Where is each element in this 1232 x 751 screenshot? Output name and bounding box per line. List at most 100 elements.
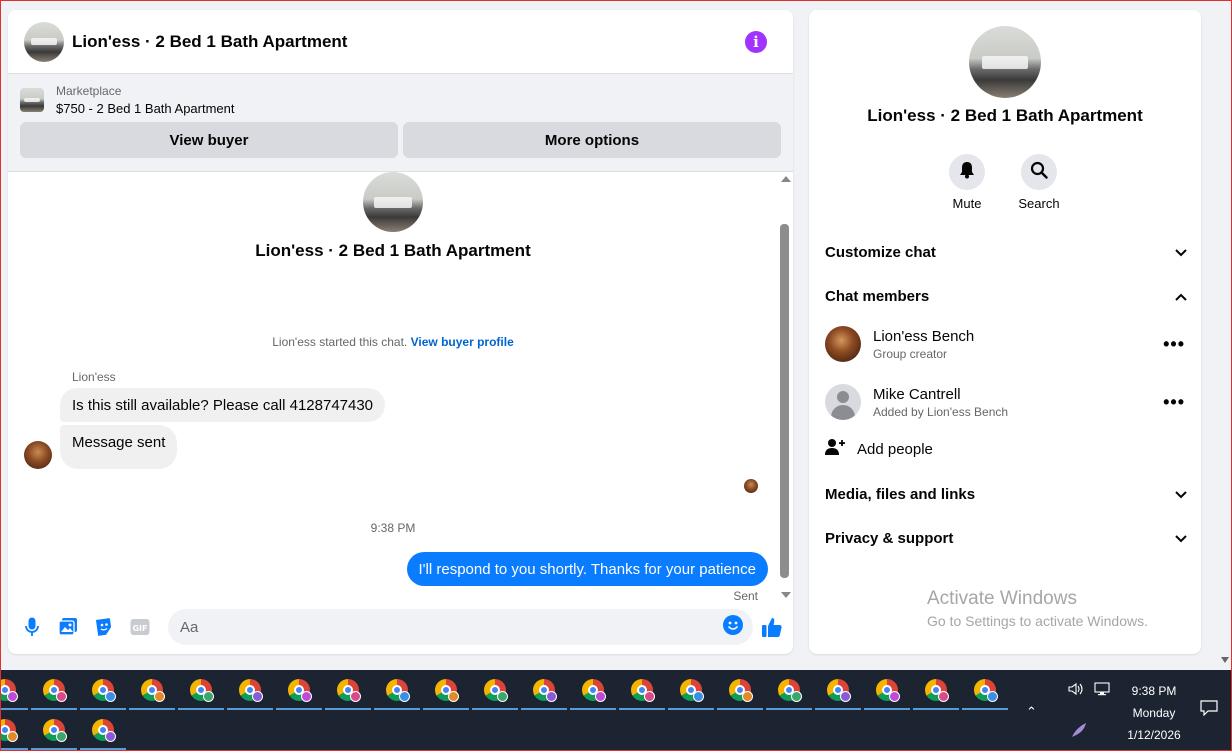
member-name: Lion'ess Bench xyxy=(873,327,975,345)
chevron-down-icon xyxy=(1175,486,1187,503)
media-files-label: Media, files and links xyxy=(825,485,976,503)
chevron-up-icon[interactable]: ⌃ xyxy=(1026,704,1037,720)
sticker-icon[interactable] xyxy=(94,617,114,637)
taskbar-app-button[interactable] xyxy=(962,672,1008,710)
member-row[interactable]: Mike Cantrell Added by Lion'ess Bench ••… xyxy=(825,382,1187,422)
customize-chat-section[interactable]: Customize chat xyxy=(825,240,1187,264)
profile-badge-icon xyxy=(938,691,949,702)
microphone-icon[interactable] xyxy=(22,617,42,637)
view-buyer-profile-link[interactable]: View buyer profile xyxy=(411,335,514,349)
more-options-button[interactable]: More options xyxy=(403,122,781,158)
marketplace-label: Marketplace xyxy=(56,84,122,98)
chat-intro: Lion'ess · 2 Bed 1 Bath Apartment xyxy=(8,172,778,261)
taskbar-app-button[interactable] xyxy=(717,672,763,710)
message-scrollbar[interactable] xyxy=(778,172,793,600)
chevron-up-icon xyxy=(1175,288,1187,305)
profile-badge-icon xyxy=(105,691,116,702)
message-list[interactable]: Lion'ess · 2 Bed 1 Bath Apartment Lion'e… xyxy=(8,172,778,600)
emoji-icon[interactable] xyxy=(723,614,743,640)
profile-badge-icon xyxy=(56,731,67,742)
chat-title[interactable]: Lion'ess · 2 Bed 1 Bath Apartment xyxy=(72,32,745,52)
profile-badge-icon xyxy=(791,691,802,702)
more-icon[interactable]: ••• xyxy=(1163,334,1185,355)
profile-badge-icon xyxy=(105,731,116,742)
more-icon[interactable]: ••• xyxy=(1163,392,1185,413)
profile-badge-icon xyxy=(644,691,655,702)
message-input[interactable] xyxy=(180,618,723,636)
taskbar-app-button[interactable] xyxy=(766,672,812,710)
notification-icon[interactable] xyxy=(1200,700,1218,721)
profile-badge-icon xyxy=(399,691,410,702)
view-buyer-button[interactable]: View buyer xyxy=(20,122,398,158)
taskbar-app-button[interactable] xyxy=(129,672,175,710)
taskbar-app-button[interactable] xyxy=(227,672,273,710)
taskbar-app-button[interactable] xyxy=(80,672,126,710)
marketplace-bar: Marketplace $750 - 2 Bed 1 Bath Apartmen… xyxy=(8,74,793,172)
gif-icon[interactable]: GIF xyxy=(130,617,150,637)
taskbar: ⌃ 9:38 PM Monday 1/12/2026 xyxy=(0,670,1232,751)
media-files-section[interactable]: Media, files and links xyxy=(825,482,1187,506)
taskbar-app-button[interactable] xyxy=(668,672,714,710)
network-icon[interactable] xyxy=(1094,682,1110,701)
chat-avatar[interactable] xyxy=(24,21,64,62)
incoming-message[interactable]: Message sent xyxy=(60,425,178,469)
taskbar-app-button[interactable] xyxy=(521,672,567,710)
profile-badge-icon xyxy=(889,691,900,702)
taskbar-app-button[interactable] xyxy=(864,672,910,710)
taskbar-app-button[interactable] xyxy=(913,672,959,710)
taskbar-app-button[interactable] xyxy=(815,672,861,710)
info-icon[interactable]: i xyxy=(745,30,767,53)
taskbar-app-button[interactable] xyxy=(31,712,77,750)
taskbar-app-button[interactable] xyxy=(178,672,224,710)
member-row[interactable]: Lion'ess Bench Group creator ••• xyxy=(825,324,1187,364)
profile-badge-icon xyxy=(350,691,361,702)
scroll-up-arrow[interactable] xyxy=(781,176,791,182)
taskbar-app-button[interactable] xyxy=(423,672,469,710)
chat-started-notice: Lion'ess started this chat. View buyer p… xyxy=(8,335,778,349)
sender-name: Lion'ess xyxy=(72,370,116,384)
taskbar-app-button[interactable] xyxy=(374,672,420,710)
activate-title: Activate Windows xyxy=(927,588,1077,609)
search-icon xyxy=(1030,161,1048,184)
incoming-message[interactable]: Is this still available? Please call 412… xyxy=(60,388,386,422)
volume-icon[interactable] xyxy=(1068,682,1084,701)
photo-icon[interactable] xyxy=(58,617,78,637)
thumbs-up-icon[interactable] xyxy=(761,616,783,638)
profile-badge-icon xyxy=(693,691,704,702)
taskbar-app-button[interactable] xyxy=(276,672,322,710)
add-people-button[interactable]: Add people xyxy=(825,438,933,460)
marketplace-listing[interactable]: Marketplace $750 - 2 Bed 1 Bath Apartmen… xyxy=(20,84,781,116)
page-scroll-down-arrow[interactable] xyxy=(1221,657,1229,663)
sender-avatar[interactable] xyxy=(24,441,52,469)
member-name: Mike Cantrell xyxy=(873,385,961,403)
taskbar-app-button[interactable] xyxy=(0,672,28,710)
member-role: Group creator xyxy=(873,346,948,361)
mute-button[interactable]: Mute xyxy=(937,154,997,211)
member-avatar xyxy=(825,326,861,362)
scroll-down-arrow[interactable] xyxy=(781,592,791,598)
feather-icon[interactable] xyxy=(1070,722,1088,743)
sent-status: Sent xyxy=(733,589,758,600)
taskbar-app-button[interactable] xyxy=(570,672,616,710)
outgoing-message[interactable]: I'll respond to you shortly. Thanks for … xyxy=(406,552,768,586)
taskbar-app-button[interactable] xyxy=(619,672,665,710)
taskbar-app-button[interactable] xyxy=(472,672,518,710)
scroll-thumb[interactable] xyxy=(780,224,789,578)
started-text: Lion'ess started this chat. xyxy=(272,335,408,349)
clock[interactable]: 9:38 PM Monday 1/12/2026 xyxy=(1116,680,1192,746)
profile-badge-icon xyxy=(301,691,312,702)
search-label: Search xyxy=(1018,196,1060,211)
activate-windows-watermark: Activate Windows Go to Settings to activ… xyxy=(927,588,1148,629)
taskbar-app-button[interactable] xyxy=(80,712,126,750)
taskbar-app-button[interactable] xyxy=(31,672,77,710)
chat-members-section[interactable]: Chat members xyxy=(825,284,1187,308)
search-button[interactable]: Search xyxy=(1009,154,1069,211)
info-title: Lion'ess · 2 Bed 1 Bath Apartment xyxy=(867,106,1143,125)
privacy-support-section[interactable]: Privacy & support xyxy=(825,526,1187,550)
listing-title: $750 - 2 Bed 1 Bath Apartment xyxy=(56,101,235,116)
taskbar-app-button[interactable] xyxy=(325,672,371,710)
profile-badge-icon xyxy=(7,731,18,742)
read-receipt-avatar xyxy=(744,479,758,493)
message-timestamp: 9:38 PM xyxy=(370,521,416,535)
taskbar-app-button[interactable] xyxy=(0,712,28,750)
